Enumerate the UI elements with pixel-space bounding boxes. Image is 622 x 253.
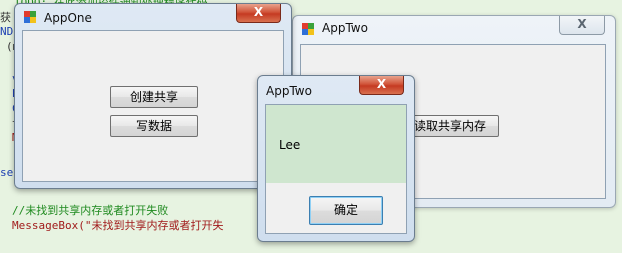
app-icon bbox=[302, 23, 314, 35]
code-line: se bbox=[0, 166, 14, 179]
appone-window: AppOne X 创建共享 写数据 bbox=[14, 3, 292, 189]
code-line: 获 bbox=[0, 11, 11, 24]
message-text: Lee bbox=[279, 138, 301, 152]
close-button[interactable]: X bbox=[359, 76, 404, 95]
close-icon: X bbox=[577, 17, 587, 31]
close-icon: X bbox=[253, 5, 264, 19]
code-line: MessageBox("未找到共享内存或者打开失 bbox=[12, 219, 224, 232]
appone-client-area: 创建共享 写数据 bbox=[22, 30, 284, 182]
code-line: //未找到共享内存或者打开失败 bbox=[12, 204, 169, 217]
close-button[interactable]: X bbox=[559, 16, 605, 35]
create-share-button[interactable]: 创建共享 bbox=[110, 86, 198, 108]
close-icon: X bbox=[376, 77, 387, 91]
window-title: AppOne bbox=[44, 11, 92, 25]
apptwo-titlebar[interactable]: AppTwo X bbox=[293, 16, 615, 42]
write-data-button[interactable]: 写数据 bbox=[110, 115, 198, 137]
message-box-window: AppTwo X Lee 确定 bbox=[257, 75, 415, 242]
read-shared-memory-button[interactable]: 读取共享内存 bbox=[401, 115, 499, 137]
appone-titlebar[interactable]: AppOne X bbox=[15, 4, 291, 30]
message-box-client-area: Lee 确定 bbox=[265, 104, 407, 234]
window-title: AppTwo bbox=[266, 84, 312, 98]
ok-button[interactable]: 确定 bbox=[309, 196, 383, 225]
window-title: AppTwo bbox=[322, 21, 368, 35]
close-button[interactable]: X bbox=[236, 4, 281, 23]
message-area: Lee bbox=[266, 105, 406, 183]
message-box-titlebar[interactable]: AppTwo X bbox=[258, 76, 414, 102]
app-icon bbox=[24, 11, 36, 23]
